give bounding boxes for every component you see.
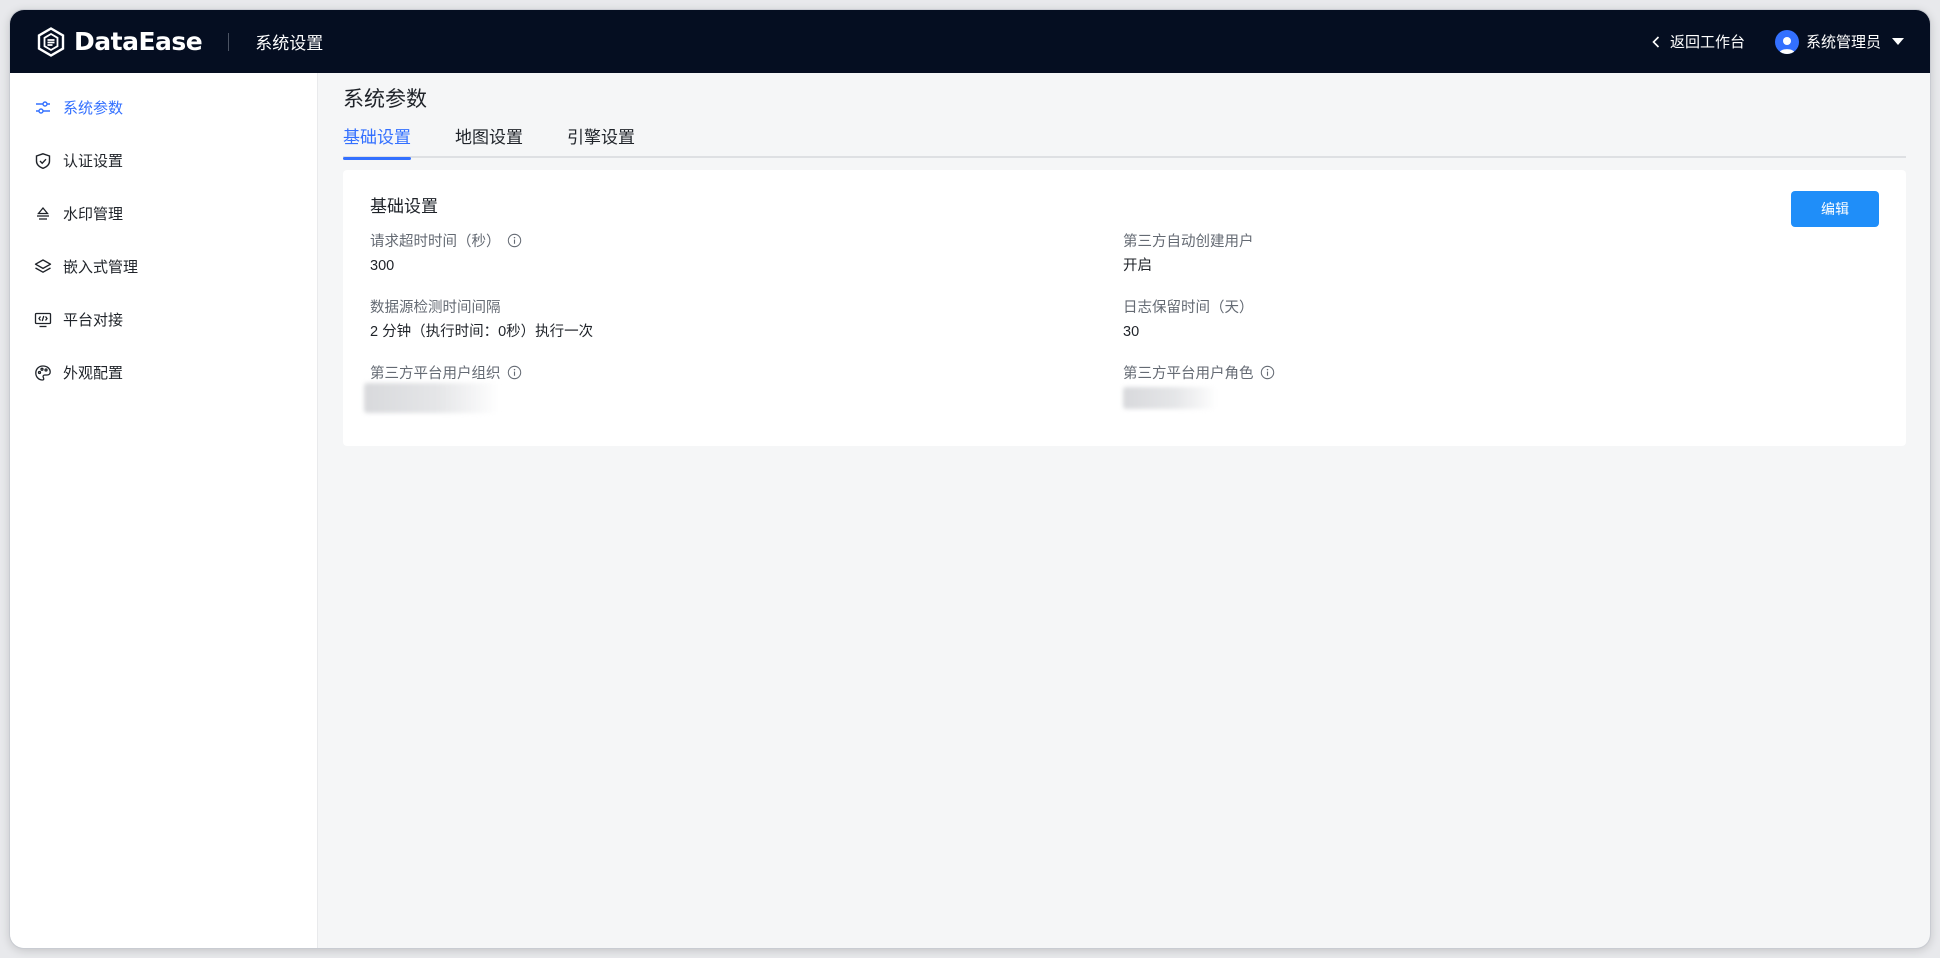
field-label: 第三方自动创建用户 (1123, 233, 1254, 250)
monitor-code-icon (34, 311, 52, 329)
basic-settings-card: 基础设置 编辑 请求超时时间（秒） 300 第三方自动创建用户 开启 数据源检测… (343, 170, 1906, 446)
caret-down-icon (1892, 38, 1904, 45)
field-third-party-org: 第三方平台用户组织 (364, 361, 1123, 413)
app-window: DataEase 系统设置 返回工作台 系统管理员 系统参数 认证设置 水印管理… (10, 10, 1930, 948)
field-label: 日志保留时间（天） (1123, 299, 1254, 316)
field-label: 数据源检测时间间隔 (370, 299, 501, 316)
shield-check-icon (34, 152, 52, 170)
sidebar-item-label: 外观配置 (63, 365, 124, 382)
header-section-title: 系统设置 (255, 34, 324, 53)
brand-name: DataEase (74, 27, 203, 56)
avatar (1774, 29, 1799, 54)
sidebar-item-appearance[interactable]: 外观配置 (10, 346, 317, 399)
dataease-logo-icon (37, 26, 65, 57)
user-menu[interactable]: 系统管理员 (1774, 29, 1904, 54)
sidebar-item-label: 认证设置 (63, 153, 124, 170)
sidebar-item-label: 平台对接 (63, 312, 124, 329)
field-third-party-role: 第三方平台用户角色 (1123, 361, 1879, 413)
field-auto-create-user: 第三方自动创建用户 开启 (1123, 229, 1879, 277)
sidebar-item-watermark[interactable]: 水印管理 (10, 187, 317, 240)
chevron-left-icon (1652, 35, 1660, 48)
top-header: DataEase 系统设置 返回工作台 系统管理员 (10, 10, 1930, 73)
back-link-label: 返回工作台 (1669, 34, 1745, 51)
tab-engine-settings[interactable]: 引擎设置 (567, 116, 635, 158)
user-icon (1778, 36, 1795, 54)
sidebar-item-label: 水印管理 (63, 206, 124, 223)
info-icon[interactable] (507, 233, 522, 248)
field-log-retention: 日志保留时间（天） 30 (1123, 295, 1879, 343)
redacted-value (1123, 387, 1218, 409)
back-to-workbench-link[interactable]: 返回工作台 (1650, 31, 1745, 52)
watermark-icon (34, 205, 52, 223)
field-value: 2 分钟（执行时间：0秒）执行一次 (370, 324, 594, 340)
edit-button[interactable]: 编辑 (1791, 191, 1879, 227)
info-icon[interactable] (1260, 365, 1275, 380)
field-label: 第三方平台用户角色 (1123, 365, 1254, 382)
settings-tabs: 基础设置 地图设置 引擎设置 (343, 116, 1906, 160)
field-request-timeout: 请求超时时间（秒） 300 (370, 229, 1123, 277)
sidebar-item-platform[interactable]: 平台对接 (10, 293, 317, 346)
logo[interactable]: DataEase (36, 26, 203, 57)
sidebar-item-auth-settings[interactable]: 认证设置 (10, 134, 317, 187)
tab-map-settings[interactable]: 地图设置 (455, 116, 523, 158)
layers-icon (34, 258, 52, 276)
field-value: 30 (1123, 324, 1140, 340)
page-title: 系统参数 (343, 88, 427, 111)
redacted-value (364, 383, 499, 413)
card-title: 基础设置 (370, 197, 438, 216)
field-value: 300 (370, 258, 395, 274)
settings-fields: 请求超时时间（秒） 300 第三方自动创建用户 开启 数据源检测时间间隔 2 分… (364, 229, 1879, 413)
field-datasource-check-interval: 数据源检测时间间隔 2 分钟（执行时间：0秒）执行一次 (370, 295, 1123, 343)
field-label: 第三方平台用户组织 (370, 365, 501, 382)
field-label: 请求超时时间（秒） (370, 233, 501, 250)
header-divider (228, 32, 230, 51)
sidebar-item-label: 嵌入式管理 (63, 259, 139, 276)
user-name: 系统管理员 (1805, 34, 1881, 51)
sidebar: 系统参数 认证设置 水印管理 嵌入式管理 平台对接 外观配置 (10, 73, 318, 948)
tab-basic-settings[interactable]: 基础设置 (343, 116, 411, 160)
sidebar-item-embedded[interactable]: 嵌入式管理 (10, 240, 317, 293)
palette-icon (34, 364, 52, 382)
sidebar-item-system-params[interactable]: 系统参数 (10, 81, 317, 134)
main-content: 系统参数 基础设置 地图设置 引擎设置 基础设置 编辑 请求超时时间（秒） 30… (318, 73, 1930, 948)
info-icon[interactable] (507, 365, 522, 380)
sliders-icon (34, 99, 52, 117)
sidebar-item-label: 系统参数 (63, 100, 124, 117)
field-value: 开启 (1123, 258, 1152, 274)
